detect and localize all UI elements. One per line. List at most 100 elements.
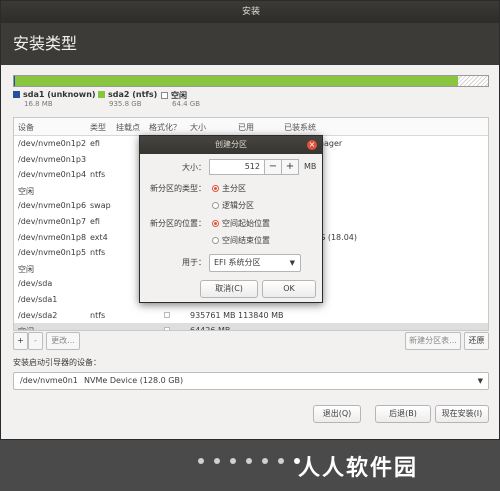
progress-dot — [278, 458, 284, 464]
increment-button[interactable]: + — [282, 159, 299, 175]
cell-type: ntfs — [90, 170, 106, 180]
legend-size: 16.8 MB — [24, 100, 53, 108]
cell-device: /dev/nvme0n1p5 — [18, 248, 87, 258]
close-icon[interactable]: × — [307, 140, 317, 150]
format-checkbox[interactable] — [164, 311, 170, 318]
cell-device: /dev/nvme0n1p3 — [18, 154, 87, 164]
column-header-size[interactable]: 大小 — [190, 122, 206, 133]
dialog-title: 创建分区 — [215, 140, 247, 149]
use-as-label: 用于： — [182, 258, 206, 267]
size-stepper[interactable]: 512 − + — [209, 159, 299, 175]
partition-type-label: 新分区的类型： — [150, 184, 206, 193]
progress-dots — [198, 458, 300, 464]
table-header: 设备 类型 挂载点 格式化？ 大小 已用 已装系统 — [14, 118, 488, 136]
use-as-value: EFI 系统分区 — [214, 258, 261, 267]
radio-location-end[interactable]: 空间结束位置 — [212, 235, 270, 246]
boot-device-desc: NVMe Device (128.0 GB) — [84, 376, 184, 385]
watermark: 人人软件园 — [298, 456, 419, 481]
cell-device: 空闲 — [18, 186, 34, 196]
table-row[interactable]: 空闲 64426 MB — [14, 323, 488, 331]
cell-type: ntfs — [90, 248, 106, 258]
legend-size: 935.8 GB — [109, 100, 142, 108]
legend-item-sda2: sda2 (ntfs) 935.8 GB — [98, 90, 158, 108]
legend-swatch — [13, 91, 20, 98]
cell-used: 113840 MB — [238, 310, 284, 320]
boot-device-select[interactable]: /dev/nvme0n1 NVMe Device (128.0 GB) ▼ — [13, 372, 489, 390]
remove-partition-button[interactable]: - — [28, 332, 43, 350]
cell-device: /dev/nvme0n1p2 — [18, 139, 87, 148]
legend-name: sda2 (ntfs) — [108, 90, 158, 99]
format-checkbox[interactable] — [164, 327, 170, 330]
cell-device: /dev/sda — [18, 279, 53, 289]
quit-button[interactable]: 退出(Q) — [313, 405, 361, 423]
partition-bar-sda2 — [15, 76, 458, 86]
legend-name: 空闲 — [171, 91, 187, 100]
partition-bar-free — [458, 76, 488, 86]
revert-button[interactable]: 还原 — [464, 332, 489, 350]
radio-label: 空间起始位置 — [222, 219, 270, 228]
cell-device: /dev/sda1 — [18, 294, 58, 304]
size-unit: MB — [304, 162, 317, 171]
column-header-used[interactable]: 已用 — [238, 122, 254, 133]
radio-label: 空间结束位置 — [222, 236, 270, 245]
column-header-mount[interactable]: 挂载点 — [116, 122, 140, 133]
cell-type: ntfs — [90, 310, 106, 320]
radio-label: 逻辑分区 — [222, 201, 254, 210]
column-header-type[interactable]: 类型 — [90, 122, 106, 133]
column-header-format[interactable]: 格式化？ — [149, 122, 181, 133]
table-row[interactable]: /dev/sda2 ntfs 935761 MB 113840 MB — [14, 308, 488, 324]
create-partition-dialog: 创建分区 × 大小： 512 − + MB 新分区的类型： 主分区 逻辑分区 新… — [139, 135, 323, 303]
cell-size: 935761 MB — [190, 310, 236, 320]
cell-device: /dev/nvme0n1p4 — [18, 170, 87, 180]
progress-dot — [262, 458, 268, 464]
boot-loader-label: 安装启动引导器的设备： — [13, 358, 101, 367]
new-partition-table-button[interactable]: 新建分区表... — [405, 332, 461, 350]
change-partition-button[interactable]: 更改... — [46, 332, 80, 350]
cell-device: /dev/nvme0n1p6 — [18, 201, 87, 211]
size-label: 大小： — [182, 163, 206, 172]
cell-type: efi — [90, 139, 100, 148]
progress-dot — [198, 458, 204, 464]
partition-bar — [13, 75, 489, 87]
chevron-down-icon: ▼ — [289, 259, 295, 267]
cell-type: ext4 — [90, 232, 108, 242]
add-partition-button[interactable]: + — [13, 332, 28, 350]
cell-device: /dev/nvme0n1p7 — [18, 216, 87, 226]
column-header-device[interactable]: 设备 — [18, 122, 34, 133]
radio-selected-icon — [212, 185, 219, 192]
cell-device: 空闲 — [18, 264, 34, 274]
cell-size: 64426 MB — [190, 326, 231, 331]
radio-location-start[interactable]: 空间起始位置 — [212, 218, 270, 229]
cell-device: /dev/nvme0n1p8 — [18, 232, 87, 242]
legend-name: sda1 (unknown) — [23, 90, 96, 99]
decrement-button[interactable]: − — [265, 159, 282, 175]
legend-item-free: 空闲 64.4 GB — [161, 90, 200, 108]
partition-location-label: 新分区的位置： — [150, 219, 206, 228]
legend-swatch — [161, 92, 168, 99]
use-as-select[interactable]: EFI 系统分区 ▼ — [209, 254, 301, 272]
ok-button[interactable]: OK — [262, 280, 316, 298]
cancel-button[interactable]: 取消(C) — [200, 280, 258, 298]
radio-unselected-icon — [212, 237, 219, 244]
legend-item-sda1: sda1 (unknown) 16.8 MB — [13, 90, 96, 108]
chevron-down-icon: ▼ — [477, 377, 483, 385]
installer-window: 安装 安装类型 sda1 (unknown) 16.8 MB sda2 (ntf… — [0, 0, 500, 440]
column-header-system[interactable]: 已装系统 — [284, 122, 316, 133]
radio-logical[interactable]: 逻辑分区 — [212, 200, 254, 211]
radio-selected-icon — [212, 220, 219, 227]
progress-dot — [246, 458, 252, 464]
radio-primary[interactable]: 主分区 — [212, 183, 246, 194]
cell-device: 空闲 — [18, 326, 34, 330]
back-button[interactable]: 后退(B) — [375, 405, 431, 423]
cell-type: efi — [90, 216, 100, 226]
page-title: 安装类型 — [1, 23, 499, 65]
size-input[interactable]: 512 — [209, 159, 265, 175]
radio-label: 主分区 — [222, 184, 246, 193]
legend-swatch — [98, 91, 105, 98]
progress-dot — [230, 458, 236, 464]
progress-dot — [214, 458, 220, 464]
dialog-titlebar: 创建分区 × — [140, 136, 322, 154]
boot-device-path: /dev/nvme0n1 — [20, 376, 78, 385]
install-now-button[interactable]: 现在安装(I) — [435, 405, 489, 423]
legend-size: 64.4 GB — [172, 100, 201, 108]
